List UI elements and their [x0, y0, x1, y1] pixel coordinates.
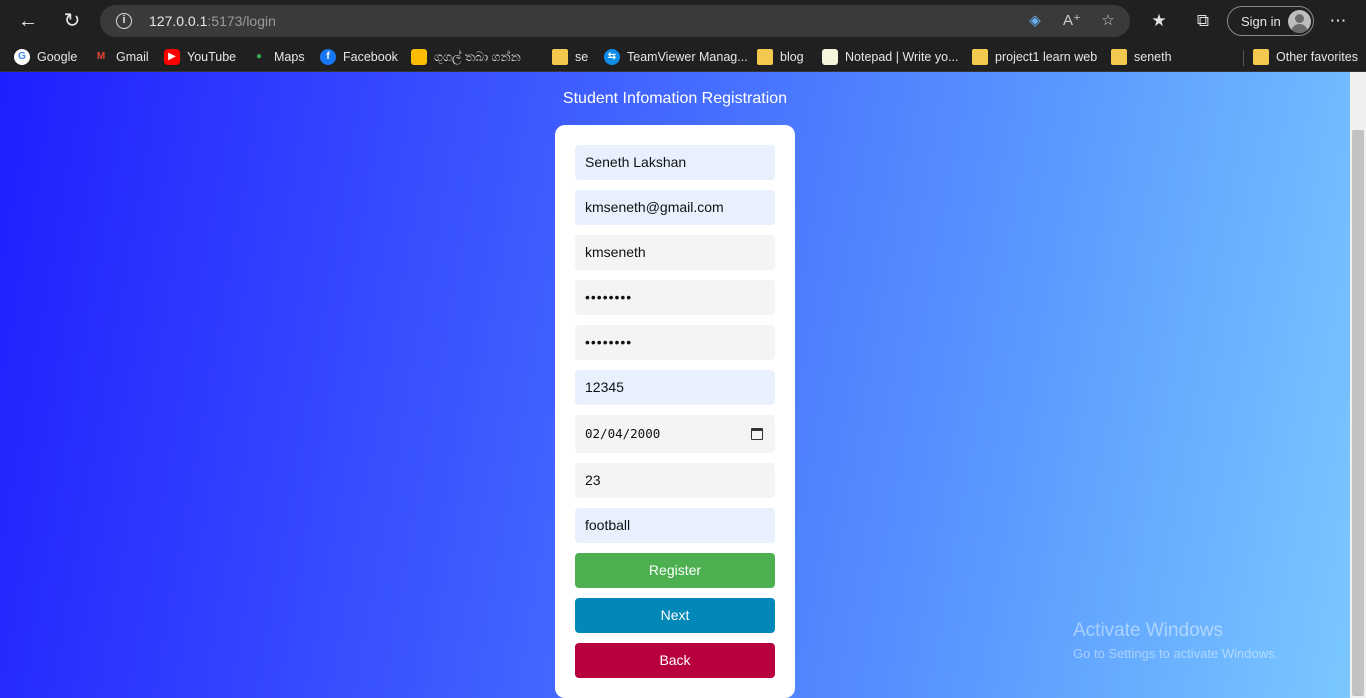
- scrollbar-thumb[interactable]: [1352, 130, 1364, 696]
- collections-icon[interactable]: ⧉: [1191, 8, 1215, 34]
- folder-icon: [552, 49, 568, 65]
- folder-icon: [757, 49, 773, 65]
- bookmark-other-favorites[interactable]: Other favorites: [1253, 46, 1358, 68]
- student-id-field[interactable]: 12345: [575, 370, 775, 405]
- refresh-icon[interactable]: ↻: [57, 6, 87, 36]
- more-icon[interactable]: ⋯: [1326, 8, 1350, 34]
- avatar: [1288, 10, 1311, 33]
- vertical-scrollbar[interactable]: [1350, 72, 1366, 698]
- bookmark-seneth[interactable]: seneth: [1111, 46, 1172, 68]
- bookmarks-divider: [1243, 50, 1244, 66]
- password-field[interactable]: ••••••••: [575, 280, 775, 315]
- folder-icon: [1111, 49, 1127, 65]
- tag-icon[interactable]: ◈: [1026, 12, 1044, 30]
- teamviewer-icon: ⇆: [604, 49, 620, 65]
- star-plus-icon[interactable]: ☆: [1099, 12, 1117, 30]
- read-aloud-icon[interactable]: A⁺: [1063, 12, 1081, 30]
- bookmark-google[interactable]: G Google: [14, 46, 77, 68]
- youtube-icon: ▶: [164, 49, 180, 65]
- keep-icon: [411, 49, 427, 65]
- bookmark-se[interactable]: se: [552, 46, 588, 68]
- gmail-icon: M: [96, 51, 106, 62]
- confirm-password-field[interactable]: ••••••••: [575, 325, 775, 360]
- register-button[interactable]: Register: [575, 553, 775, 588]
- notepad-icon: [822, 49, 838, 65]
- watermark-subtitle: Go to Settings to activate Windows.: [1073, 646, 1279, 661]
- age-field[interactable]: 23: [575, 463, 775, 498]
- info-icon[interactable]: i: [116, 13, 132, 29]
- bookmark-keep[interactable]: ගුගල් තබා ගන්න: [411, 46, 521, 68]
- bookmark-gmail[interactable]: M Gmail: [93, 46, 149, 68]
- name-field[interactable]: Seneth Lakshan: [575, 145, 775, 180]
- sign-in-button[interactable]: Sign in: [1227, 6, 1314, 36]
- bookmark-blog[interactable]: blog: [757, 46, 804, 68]
- bookmark-maps[interactable]: ● Maps: [251, 46, 305, 68]
- bookmark-notepad[interactable]: Notepad | Write yo...: [822, 46, 958, 68]
- date-of-birth-value: 02/04/2000: [585, 426, 661, 441]
- url-text[interactable]: 127.0.0.1:5173/login: [149, 13, 276, 29]
- date-of-birth-field[interactable]: 02/04/2000: [575, 415, 775, 453]
- email-field[interactable]: kmseneth@gmail.com: [575, 190, 775, 225]
- maps-icon: ●: [255, 51, 263, 62]
- windows-activation-watermark: Activate Windows Go to Settings to activ…: [1073, 620, 1278, 661]
- watermark-title: Activate Windows: [1073, 620, 1223, 641]
- next-button[interactable]: Next: [575, 598, 775, 633]
- bookmarks-bar: G Google M Gmail ▶ YouTube ● Maps f Facebook …: [0, 42, 1366, 72]
- registration-form: Seneth Lakshan kmseneth@gmail.com kmsene…: [555, 125, 795, 698]
- calendar-icon[interactable]: [751, 428, 763, 440]
- favorites-icon[interactable]: ★: [1147, 8, 1171, 34]
- google-icon: G: [14, 49, 30, 65]
- bookmark-project1[interactable]: project1 learn web: [972, 46, 1097, 68]
- facebook-icon: f: [320, 49, 336, 65]
- back-button[interactable]: Back: [575, 643, 775, 678]
- folder-icon: [1253, 49, 1269, 65]
- bookmark-facebook[interactable]: f Facebook: [320, 46, 398, 68]
- bookmark-teamviewer[interactable]: ⇆ TeamViewer Manag...: [604, 46, 748, 68]
- browser-toolbar: ← ↻ i 127.0.0.1:5173/login ◈ A⁺ ☆ ★ ⧉ Si…: [0, 0, 1366, 42]
- address-bar[interactable]: i 127.0.0.1:5173/login ◈ A⁺ ☆: [100, 5, 1130, 37]
- bookmark-youtube[interactable]: ▶ YouTube: [164, 46, 236, 68]
- username-field[interactable]: kmseneth: [575, 235, 775, 270]
- arrow-left-icon[interactable]: ←: [13, 6, 43, 36]
- folder-icon: [972, 49, 988, 65]
- page-title: Student Infomation Registration: [562, 90, 788, 107]
- hobby-field[interactable]: football: [575, 508, 775, 543]
- page-content: Student Infomation Registration Seneth L…: [0, 72, 1350, 698]
- sign-in-label: Sign in: [1241, 14, 1281, 29]
